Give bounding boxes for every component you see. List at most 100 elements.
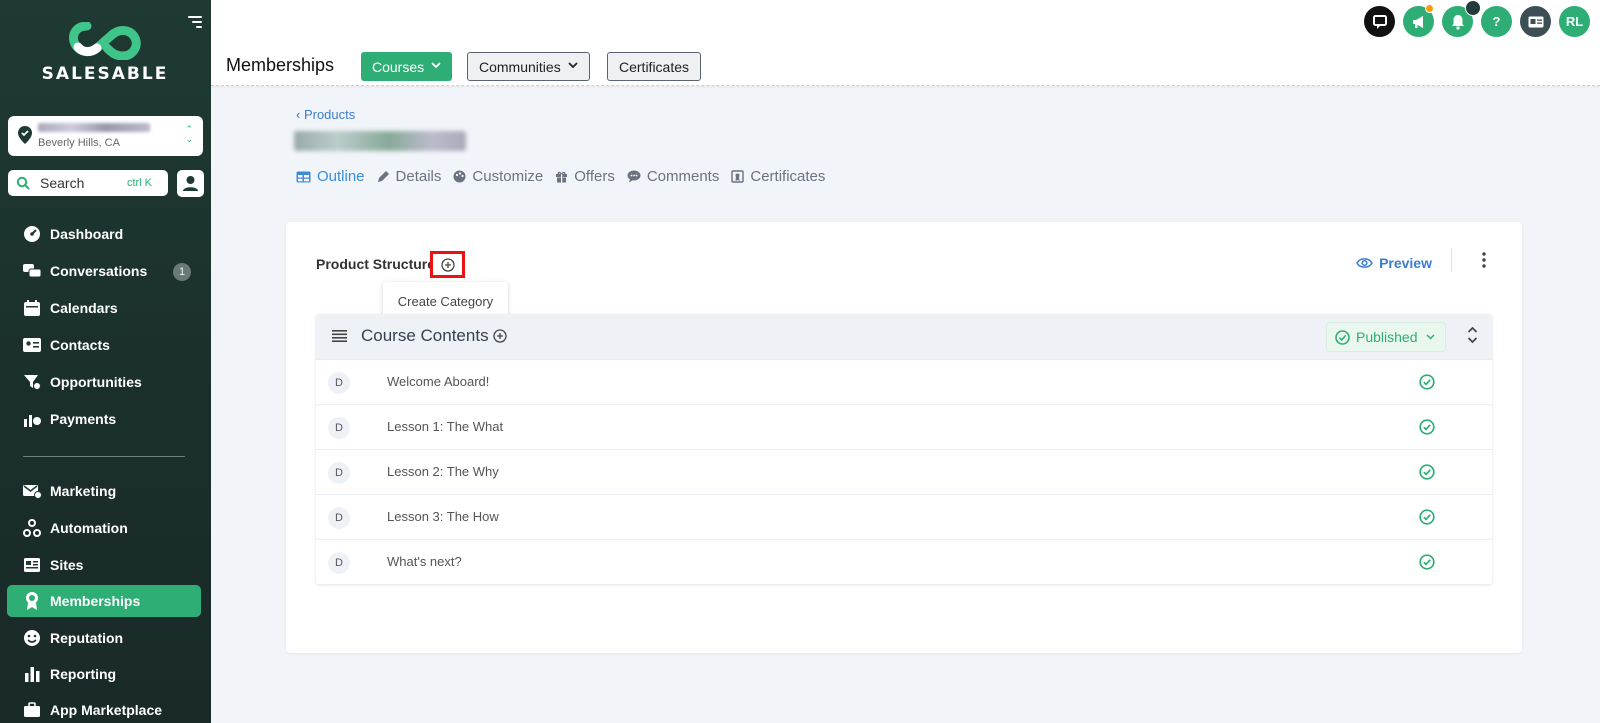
- support-chat-icon[interactable]: [1364, 6, 1395, 37]
- notifications-bell-icon[interactable]: [1442, 0, 1481, 37]
- eye-icon: [1356, 258, 1373, 268]
- lesson-title: Lesson 1: The What: [387, 419, 504, 434]
- sidebar-item-dashboard[interactable]: Dashboard: [7, 218, 201, 250]
- tab-customize[interactable]: Customize: [453, 168, 543, 185]
- search-label: Search: [40, 175, 85, 191]
- document-icon: D: [328, 552, 350, 574]
- lesson-row[interactable]: D Welcome Aboard!: [316, 359, 1492, 404]
- sidebar-item-conversations[interactable]: Conversations 1: [7, 255, 201, 287]
- tab-certificates-label: Certificates: [619, 58, 690, 75]
- sidebar-item-automation[interactable]: Automation: [7, 512, 201, 544]
- sidebar-item-label: Memberships: [50, 593, 141, 609]
- tab-communities[interactable]: Communities: [467, 52, 590, 81]
- location-switcher[interactable]: Beverly Hills, CA ⌃ ⌄: [8, 116, 203, 156]
- more-options-icon[interactable]: [1482, 252, 1486, 273]
- product-structure-card: Product Structure Create Category Previe…: [286, 222, 1522, 653]
- sidebar-item-label: Sites: [50, 557, 84, 573]
- chevron-down-icon: [568, 61, 578, 72]
- avatar-initials: RL: [1565, 14, 1584, 29]
- lesson-row[interactable]: D Lesson 2: The Why: [316, 449, 1492, 494]
- chevron-updown-icon: ⌃ ⌄: [185, 124, 193, 144]
- payments-icon: [22, 409, 42, 429]
- document-icon: D: [328, 372, 350, 394]
- search-shortcut: ctrl K: [126, 177, 152, 189]
- breadcrumb[interactable]: ‹ Products: [296, 107, 355, 122]
- sidebar-item-contacts[interactable]: Contacts: [7, 329, 201, 361]
- user-profile-button[interactable]: [177, 170, 204, 197]
- id-card-icon[interactable]: [1520, 6, 1551, 37]
- lesson-row[interactable]: D Lesson 1: The What: [316, 404, 1492, 449]
- help-icon[interactable]: ?: [1481, 6, 1512, 37]
- page-title: Memberships: [226, 55, 335, 75]
- lesson-title: Lesson 2: The Why: [387, 464, 499, 479]
- add-category-button[interactable]: [430, 251, 465, 278]
- table-icon: [296, 171, 311, 182]
- tab-outline-label: Outline: [317, 168, 365, 185]
- sidebar-item-label: App Marketplace: [50, 702, 163, 718]
- published-check-icon: [1419, 374, 1435, 395]
- tab-customize-label: Customize: [472, 168, 544, 185]
- course-contents-category: Course Contents Published D Welcome Aboa…: [316, 314, 1492, 584]
- chevron-left-icon: ‹: [296, 107, 304, 122]
- announcement-indicator-dot: [1425, 4, 1434, 13]
- lesson-title: Welcome Aboard!: [387, 374, 490, 389]
- sidebar-collapse-icon[interactable]: [186, 16, 202, 32]
- announcements-megaphone-icon[interactable]: [1403, 4, 1434, 37]
- sidebar-item-calendars[interactable]: Calendars: [7, 292, 201, 324]
- tab-details[interactable]: Details: [377, 168, 442, 185]
- sidebar-item-label: Reporting: [50, 666, 117, 682]
- brand-logo[interactable]: SALESABLE: [40, 22, 170, 84]
- lesson-title: Lesson 3: The How: [387, 509, 499, 524]
- gift-icon: [556, 171, 568, 183]
- published-check-icon: [1419, 464, 1435, 485]
- top-bar: ? RL: [211, 0, 1600, 46]
- sidebar-item-label: Calendars: [50, 300, 118, 316]
- chat-bubbles-icon: [22, 261, 42, 281]
- pencil-icon: [377, 171, 389, 182]
- sidebar-item-app-marketplace[interactable]: App Marketplace: [7, 694, 201, 723]
- sidebar-search[interactable]: Search ctrl K: [8, 170, 168, 196]
- user-avatar[interactable]: RL: [1559, 6, 1590, 37]
- sidebar-item-marketing[interactable]: Marketing: [7, 475, 201, 507]
- funnel-icon: [22, 372, 42, 392]
- drag-handle-icon[interactable]: [332, 329, 347, 347]
- sidebar-item-sites[interactable]: Sites: [7, 549, 201, 581]
- lesson-row[interactable]: D What's next?: [316, 539, 1492, 584]
- tab-certificates[interactable]: Certificates: [731, 168, 825, 185]
- comment-icon: [627, 170, 641, 183]
- tab-offers[interactable]: Offers: [555, 168, 615, 185]
- bar-chart-icon: [22, 664, 42, 684]
- contact-card-icon: [22, 335, 42, 355]
- add-lesson-icon[interactable]: [493, 329, 507, 348]
- infinity-logo-icon: [69, 22, 141, 60]
- expand-collapse-icon[interactable]: [1467, 326, 1478, 349]
- lesson-row[interactable]: D Lesson 3: The How: [316, 494, 1492, 539]
- sidebar-item-opportunities[interactable]: Opportunities: [7, 366, 201, 398]
- document-icon: D: [328, 417, 350, 439]
- tab-communities-label: Communities: [479, 58, 561, 75]
- sidebar-item-payments[interactable]: Payments: [7, 403, 201, 435]
- preview-button[interactable]: Preview: [1356, 255, 1432, 271]
- breadcrumb-products: Products: [303, 107, 356, 122]
- sidebar-item-label: Marketing: [50, 483, 117, 499]
- tab-courses[interactable]: Courses: [361, 52, 453, 81]
- plus-circle-icon: [440, 257, 455, 272]
- tab-offers-label: Offers: [574, 168, 615, 185]
- tab-comments[interactable]: Comments: [627, 168, 720, 185]
- category-status-dropdown[interactable]: Published: [1326, 322, 1446, 352]
- conversations-count-badge: 1: [173, 263, 191, 281]
- tab-outline[interactable]: Outline: [296, 168, 365, 185]
- sidebar-item-reputation[interactable]: Reputation: [7, 622, 201, 654]
- sidebar-item-memberships[interactable]: Memberships: [7, 585, 201, 617]
- product-tabs: Outline Details Customize Offers Comment…: [296, 168, 825, 185]
- tab-certificates[interactable]: Certificates: [607, 52, 702, 81]
- automation-icon: [22, 518, 42, 538]
- sidebar-item-label: Payments: [50, 411, 117, 427]
- tab-comments-label: Comments: [646, 168, 720, 185]
- tab-details-label: Details: [395, 168, 442, 185]
- sidebar-item-reporting[interactable]: Reporting: [7, 658, 201, 690]
- brand-name: SALESABLE: [41, 64, 169, 84]
- search-icon: [16, 176, 30, 190]
- tab-certificates-label: Certificates: [750, 168, 826, 185]
- chevron-down-icon: [431, 61, 441, 72]
